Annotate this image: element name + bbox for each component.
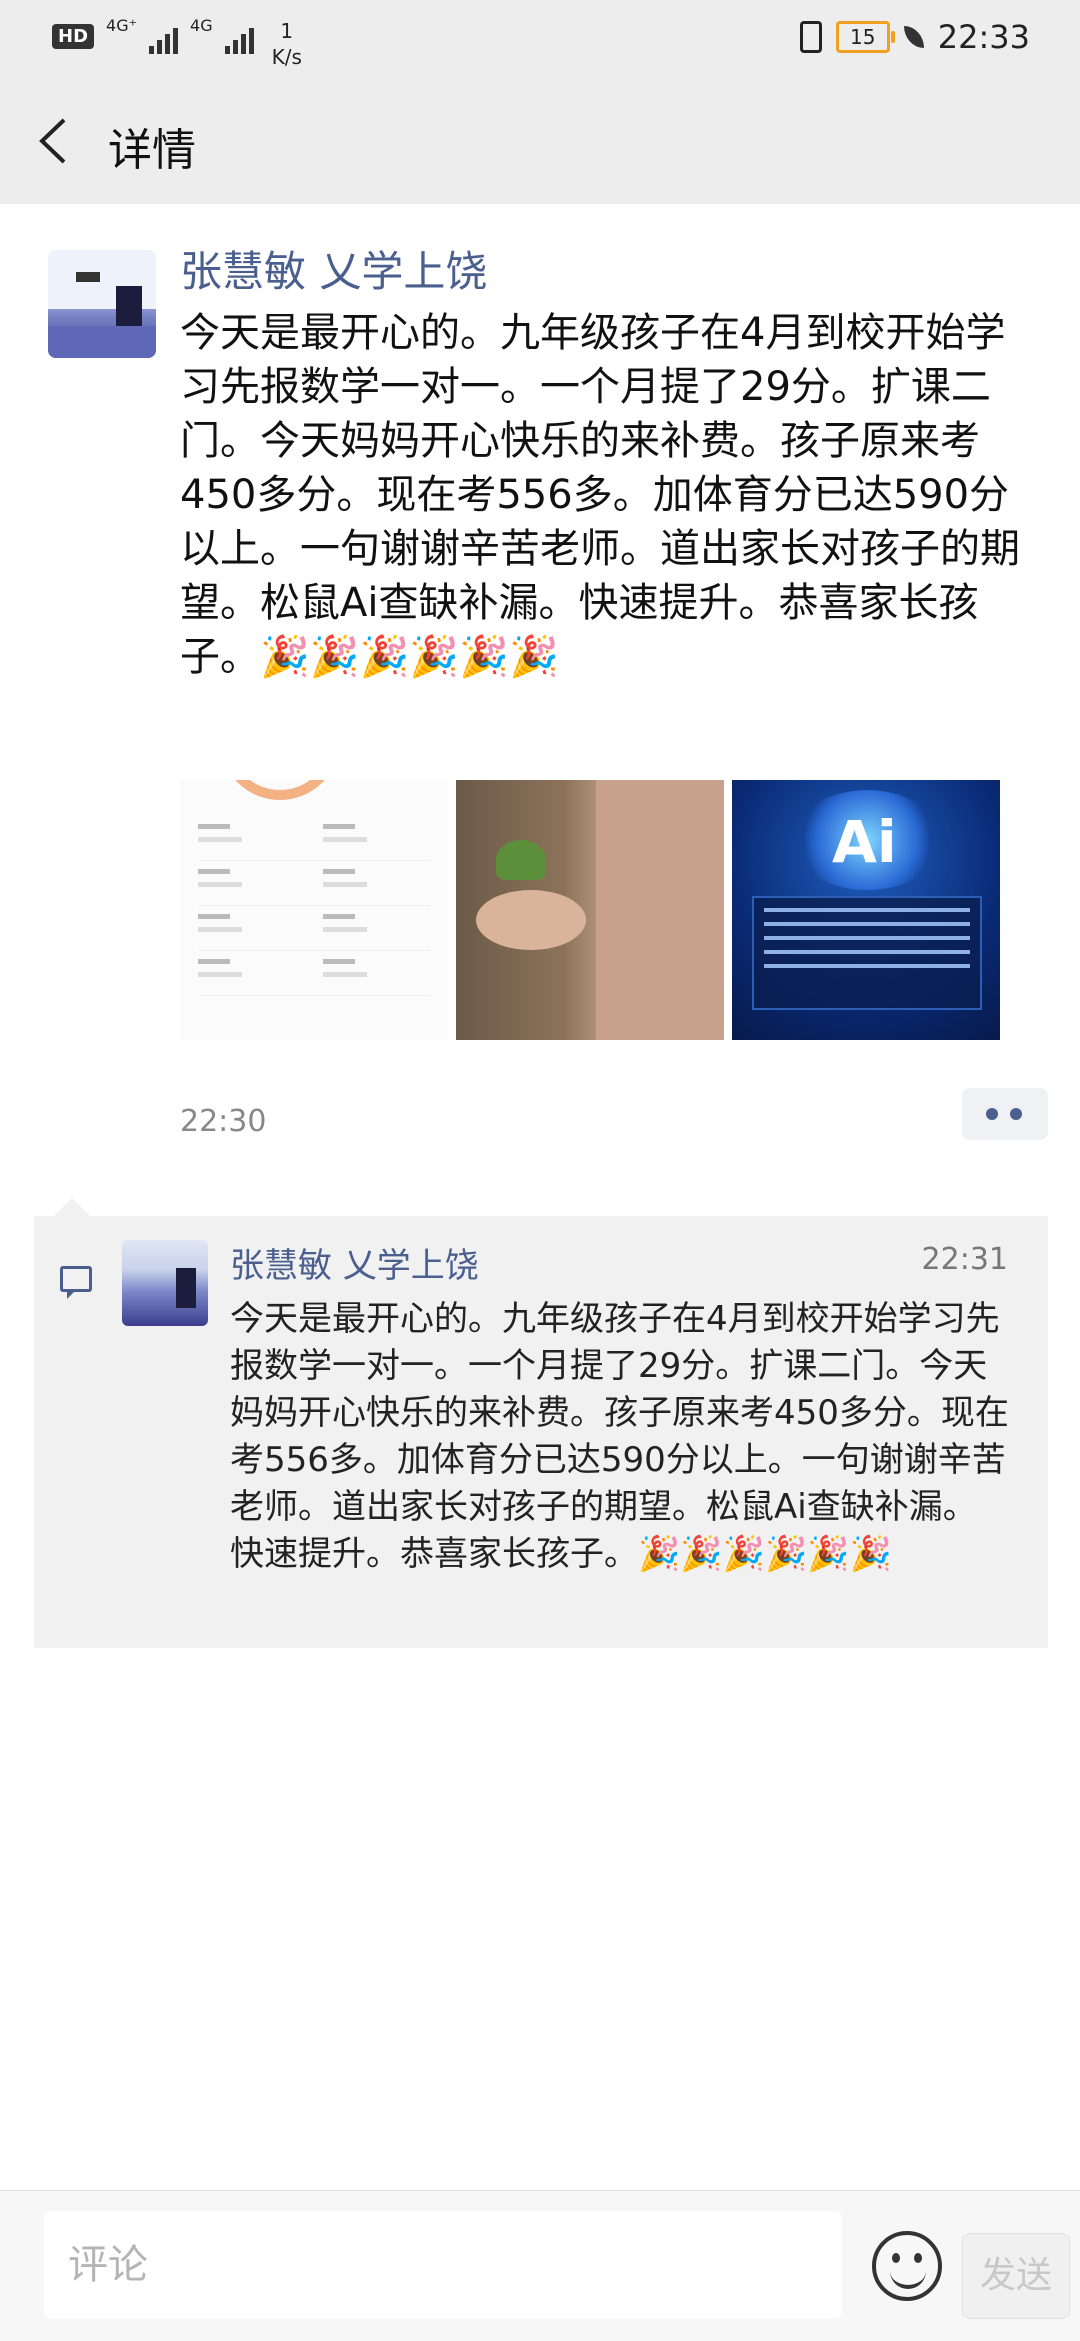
title-bar: 详情 [0, 78, 1080, 204]
hd-badge: HD [52, 24, 95, 49]
avatar[interactable] [48, 250, 156, 358]
back-icon[interactable] [34, 116, 74, 166]
network-label-1: 4G⁺ [106, 16, 138, 35]
more-icon [986, 1108, 998, 1120]
clock: 22:33 [937, 18, 1030, 56]
comment-icon [60, 1266, 92, 1299]
rate-unit: K/s [271, 45, 302, 69]
status-right: 15 22:33 [799, 18, 1030, 56]
signal-bars-icon-2 [224, 24, 254, 54]
comment-text: 今天是最开心的。九年级孩子在4月到校开始学习先报数学一对一。一个月提了29分。扩… [230, 1299, 1009, 1574]
battery-icon: 15 [835, 21, 895, 53]
network-label-2: 4G [190, 16, 213, 35]
more-button[interactable] [962, 1088, 1048, 1140]
signal-1: 4G⁺ [106, 18, 137, 34]
post-text: 今天是最开心的。九年级孩子在4月到校开始学习先报数学一对一。一个月提了29分。扩… [180, 310, 1020, 680]
send-button[interactable]: 发送 [962, 2233, 1070, 2319]
power-saving-icon [903, 26, 924, 48]
signal-bars-icon-1 [149, 24, 179, 54]
rate-value: 1 [280, 19, 294, 43]
comment-timestamp: 22:31 [921, 1242, 1008, 1277]
status-bar: HD 4G⁺ 4G 1 K/s 15 22:33 [0, 0, 1080, 78]
comment-input-wrapper [44, 2211, 842, 2319]
network-rate: 1 K/s [272, 18, 302, 70]
emoji-icon[interactable] [872, 2231, 942, 2301]
post-author[interactable]: 张慧敏 乂学上饶 [180, 238, 487, 299]
signal-2: 4G [190, 18, 213, 34]
post-image-hands[interactable] [456, 780, 724, 1040]
page-title: 详情 [108, 125, 196, 176]
post-timestamp: 22:30 [180, 1104, 267, 1139]
comment-input[interactable] [44, 2211, 842, 2319]
comment-text-block[interactable]: 今天是最开心的。九年级孩子在4月到校开始学习先报数学一对一。一个月提了29分。扩… [230, 1296, 1010, 1578]
comment-author[interactable]: 张慧敏 乂学上饶 [230, 1238, 479, 1287]
comment-emojis: 🎉🎉🎉🎉🎉🎉 [638, 1534, 893, 1574]
post-image-ai[interactable]: Ai [732, 780, 1000, 1040]
status-left: HD 4G⁺ 4G 1 K/s [52, 18, 302, 70]
comment-avatar[interactable] [122, 1240, 208, 1326]
post-image-scores[interactable] [180, 780, 448, 1040]
party-emojis: 🎉🎉🎉🎉🎉🎉 [260, 634, 559, 680]
comment-input-bar: 发送 [0, 2190, 1080, 2341]
comment-caret [54, 1198, 90, 1216]
vibrate-icon [799, 21, 822, 53]
post-images: Ai [180, 780, 1000, 1040]
post-text-block: 今天是最开心的。九年级孩子在4月到校开始学习先报数学一对一。一个月提了29分。扩… [180, 306, 1040, 684]
